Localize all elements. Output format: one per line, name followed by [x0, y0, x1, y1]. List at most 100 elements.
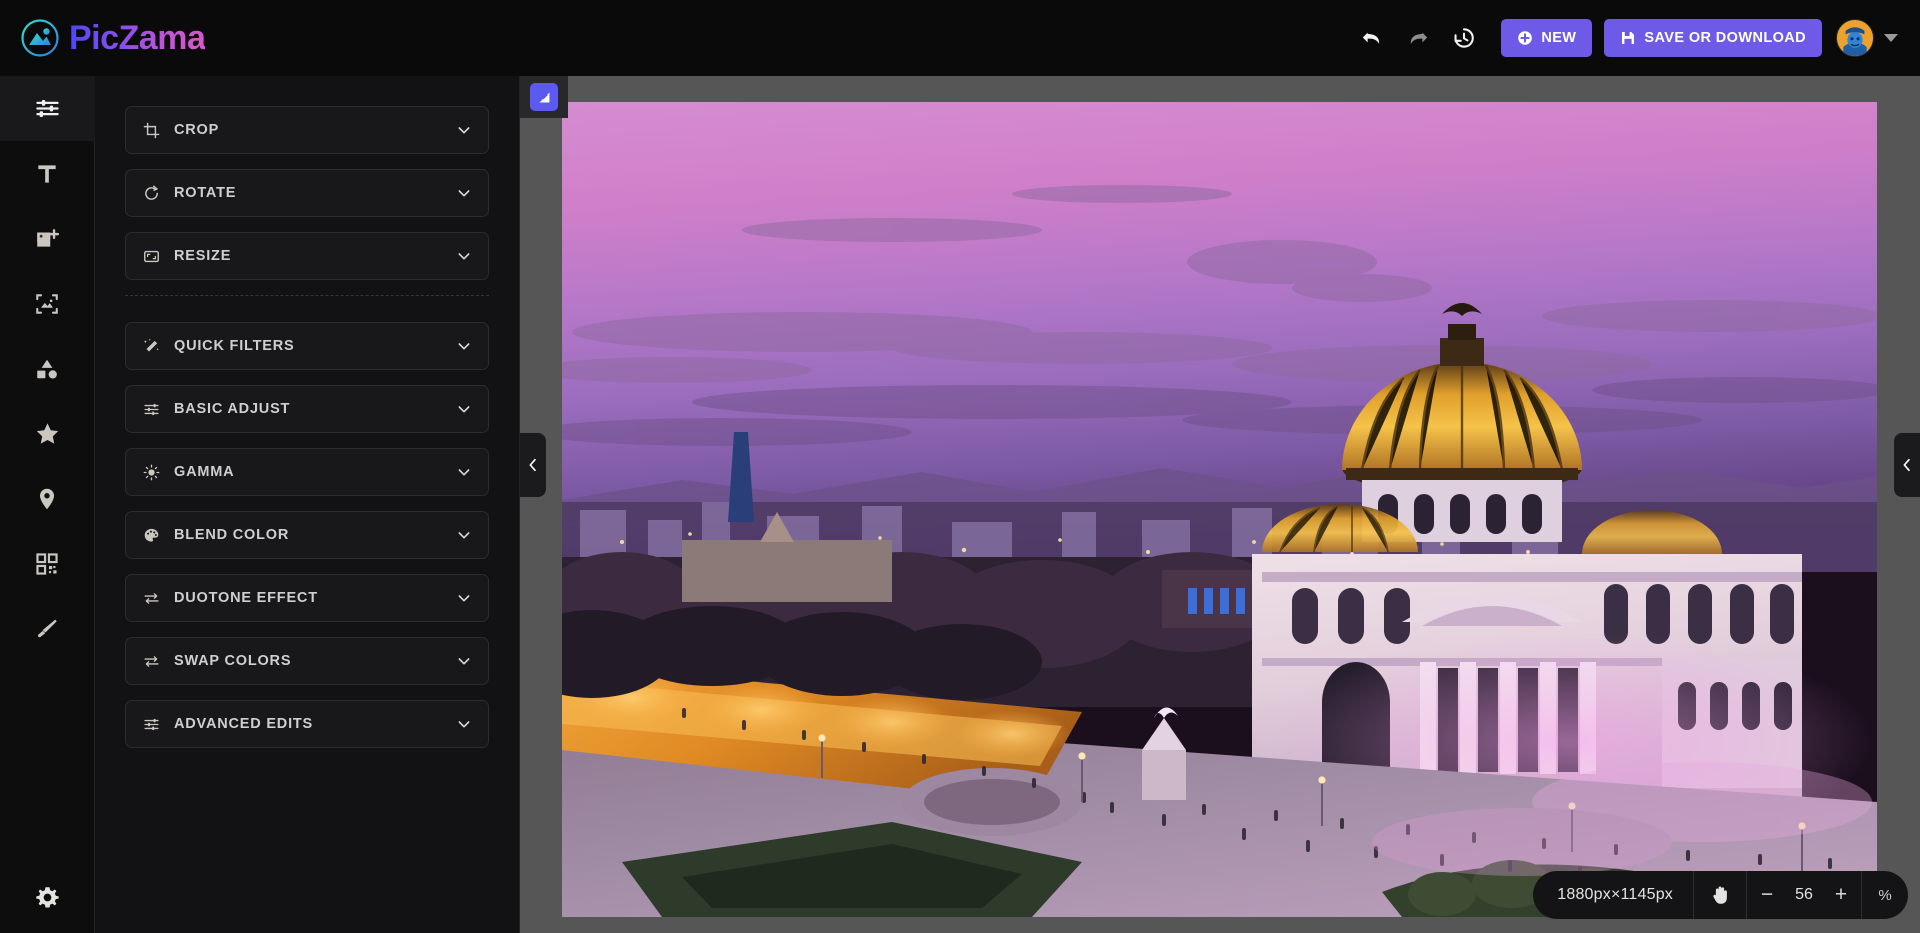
pan-tool-button[interactable]	[1694, 884, 1746, 906]
redo-button[interactable]	[1395, 15, 1441, 61]
left-tool-rail	[0, 76, 95, 933]
accordion-crop[interactable]: CROP	[125, 106, 489, 154]
magic-wand-icon	[143, 338, 165, 355]
accordion-duotone-effect[interactable]: DUOTONE EFFECT	[125, 574, 489, 622]
accordion-crop-label: CROP	[174, 122, 220, 138]
paint-brush-icon	[37, 619, 57, 637]
crop-icon	[143, 122, 165, 139]
sidebar-item-shapes[interactable]	[0, 336, 95, 401]
account-menu[interactable]	[1836, 19, 1898, 57]
chevron-down-icon[interactable]	[456, 464, 472, 480]
panel-divider	[125, 295, 489, 296]
brand-name: PicZama	[69, 19, 206, 57]
image-dimensions-label: 1880px×1145px	[1557, 886, 1673, 903]
sliders-icon	[35, 99, 59, 118]
star-icon	[36, 423, 58, 444]
watermark-button[interactable]	[520, 76, 568, 118]
user-avatar-icon	[1837, 20, 1873, 56]
hand-pan-icon	[1713, 886, 1727, 904]
panel-group-transform: CROP ROTATE RESIZE	[95, 106, 519, 280]
tool-panel: CROP ROTATE RESIZE QUICK FILTERS BASIC A…	[95, 76, 520, 933]
gear-icon	[35, 886, 59, 907]
accordion-advanced-edits-label: ADVANCED EDITS	[174, 716, 314, 732]
chevron-down-icon[interactable]	[456, 122, 472, 138]
frame-image-icon	[36, 293, 58, 314]
redo-icon	[1411, 32, 1428, 44]
save-button-label: SAVE OR DOWNLOAD	[1644, 30, 1806, 46]
accordion-rotate[interactable]: ROTATE	[125, 169, 489, 217]
image-circle-logo-icon	[21, 19, 59, 57]
sidebar-item-adjust[interactable]	[0, 76, 95, 141]
chevron-down-icon[interactable]	[456, 185, 472, 201]
history-button[interactable]	[1441, 15, 1487, 61]
zoom-unit-label[interactable]: %	[1862, 887, 1908, 904]
zoom-level-value[interactable]: 56	[1787, 886, 1821, 904]
new-button-label: NEW	[1541, 30, 1577, 46]
save-or-download-button[interactable]: SAVE OR DOWNLOAD	[1604, 19, 1822, 57]
chevron-down-icon[interactable]	[456, 401, 472, 417]
sliders-icon	[143, 716, 165, 733]
sidebar-item-elements[interactable]	[0, 531, 95, 596]
zoom-out-button[interactable]: −	[1747, 883, 1787, 907]
accordion-resize-label: RESIZE	[174, 248, 232, 264]
chevron-down-icon[interactable]	[456, 590, 472, 606]
add-image-icon	[37, 228, 60, 247]
chevron-down-icon[interactable]	[456, 338, 472, 354]
accordion-rotate-label: ROTATE	[174, 185, 237, 201]
accordion-advanced-edits[interactable]: ADVANCED EDITS	[125, 700, 489, 748]
undo-button[interactable]	[1349, 15, 1395, 61]
canvas-area[interactable]: 1880px×1145px − 56 + %	[520, 76, 1920, 933]
accordion-gamma-label: GAMMA	[174, 464, 235, 480]
accordion-swap-colors[interactable]: SWAP COLORS	[125, 637, 489, 685]
brightness-icon	[143, 464, 165, 481]
chevron-down-icon[interactable]	[456, 527, 472, 543]
accordion-resize[interactable]: RESIZE	[125, 232, 489, 280]
top-bar: PicZama NEW SAVE OR DOWNLOAD	[0, 0, 1920, 76]
map-pin-icon	[39, 488, 55, 509]
expand-right-panel-button[interactable]	[1894, 433, 1920, 497]
grid-blocks-icon	[36, 552, 58, 575]
collapse-left-panel-button[interactable]	[520, 433, 546, 497]
chevron-down-icon[interactable]	[456, 716, 472, 732]
color-palette-icon	[143, 527, 165, 544]
top-bar-actions: NEW SAVE OR DOWNLOAD	[1349, 15, 1898, 61]
sidebar-item-image[interactable]	[0, 206, 95, 271]
accordion-basic-adjust[interactable]: BASIC ADJUST	[125, 385, 489, 433]
swap-arrows-icon	[143, 590, 165, 607]
sidebar-item-location[interactable]	[0, 466, 95, 531]
sidebar-item-text[interactable]	[0, 141, 95, 206]
avatar[interactable]	[1836, 19, 1874, 57]
resize-icon	[143, 248, 165, 265]
photo-canvas	[562, 102, 1877, 917]
accordion-blend-color[interactable]: BLEND COLOR	[125, 511, 489, 559]
watermark-flag-icon	[530, 83, 558, 111]
zoom-in-button[interactable]: +	[1821, 883, 1861, 907]
sidebar-item-stickers[interactable]	[0, 401, 95, 466]
chevron-down-icon[interactable]	[456, 653, 472, 669]
sidebar-item-frame[interactable]	[0, 271, 95, 336]
brand-logo[interactable]: PicZama	[20, 18, 206, 58]
zoom-toolbar: 1880px×1145px − 56 + %	[1533, 871, 1908, 919]
history-clock-icon	[1454, 28, 1475, 48]
edited-image[interactable]	[562, 102, 1877, 917]
accordion-quick-filters-label: QUICK FILTERS	[174, 338, 295, 354]
sliders-icon	[143, 401, 165, 418]
rotate-icon	[143, 185, 165, 202]
settings-button[interactable]	[0, 863, 95, 933]
sidebar-item-draw[interactable]	[0, 596, 95, 661]
chevron-down-icon[interactable]	[456, 248, 472, 264]
accordion-duotone-effect-label: DUOTONE EFFECT	[174, 590, 318, 606]
accordion-gamma[interactable]: GAMMA	[125, 448, 489, 496]
panel-group-effects: QUICK FILTERS BASIC ADJUST GAMMA BLEND C…	[95, 322, 519, 748]
undo-icon	[1363, 32, 1380, 44]
text-t-icon	[38, 164, 56, 183]
plus-circle-icon	[1518, 31, 1533, 45]
accordion-swap-colors-label: SWAP COLORS	[174, 653, 292, 669]
accordion-quick-filters[interactable]: QUICK FILTERS	[125, 322, 489, 370]
new-button[interactable]: NEW	[1501, 19, 1593, 57]
floppy-save-icon	[1622, 32, 1635, 44]
chevron-left-icon	[1903, 458, 1910, 472]
swap-arrows-icon	[143, 653, 165, 670]
chevron-down-icon[interactable]	[1884, 34, 1898, 42]
accordion-basic-adjust-label: BASIC ADJUST	[174, 401, 291, 417]
